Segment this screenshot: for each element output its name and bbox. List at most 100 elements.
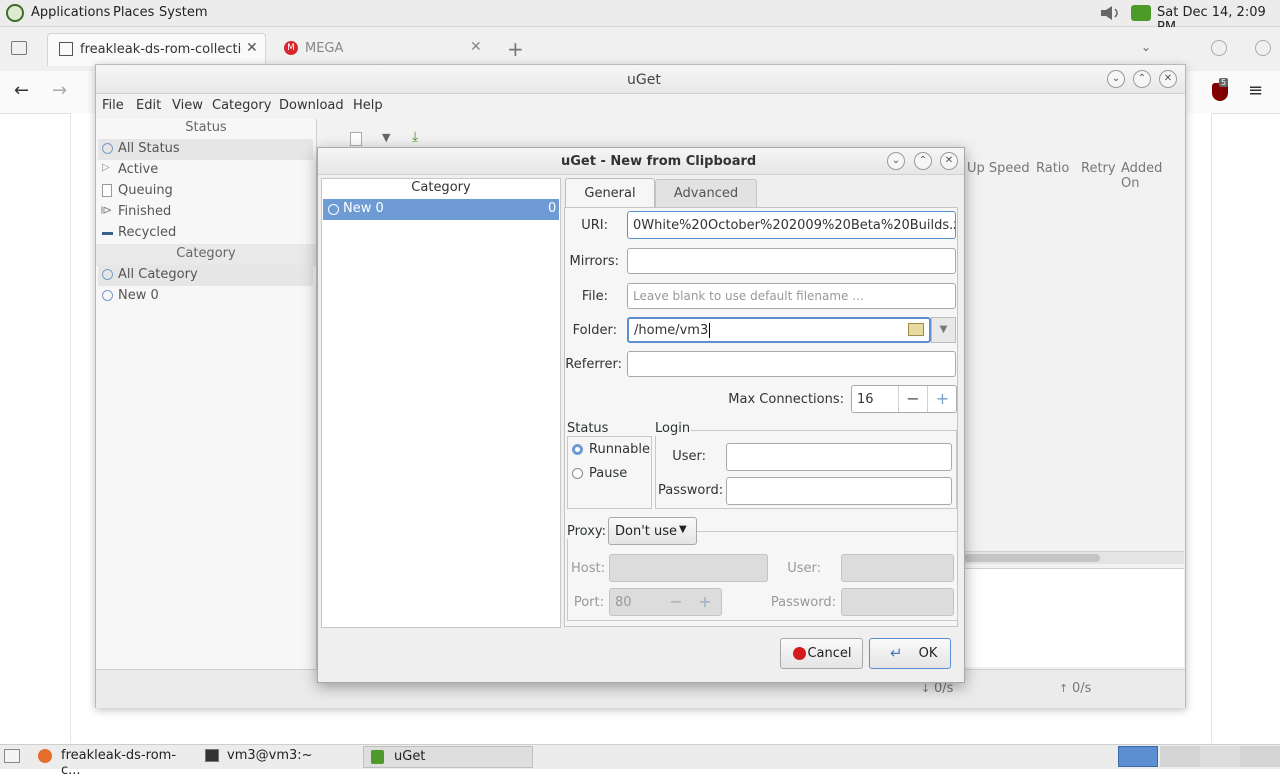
network-icon[interactable] xyxy=(1131,5,1151,21)
menu-view[interactable]: View xyxy=(172,98,203,113)
up-speed: 0/s xyxy=(1072,681,1092,696)
menu-edit[interactable]: Edit xyxy=(136,98,161,113)
minimize-icon[interactable]: ⌄ xyxy=(1107,70,1125,88)
category-item-new0[interactable]: New 0 0 xyxy=(323,199,559,220)
maximize-icon[interactable]: ⌃ xyxy=(1133,70,1151,88)
status-all[interactable]: All Status xyxy=(98,139,313,160)
close-icon[interactable]: ✕ xyxy=(940,152,958,170)
category-item-name: New 0 xyxy=(343,201,384,216)
window-titlebar[interactable]: uGet ⌄ ⌃ ✕ xyxy=(96,65,1185,94)
new-tab-button[interactable]: + xyxy=(507,37,524,61)
distro-logo-icon[interactable] xyxy=(6,4,24,22)
up-arrow-icon: ↑ xyxy=(1059,682,1069,695)
taskbar-firefox[interactable]: freakleak-ds-rom-c... xyxy=(30,746,195,778)
dropdown-arrow-icon[interactable]: ▼ xyxy=(382,131,390,144)
status-queuing[interactable]: Queuing xyxy=(98,181,313,202)
proxy-user-field[interactable] xyxy=(841,554,954,582)
max-connections-value: 16 xyxy=(857,392,874,407)
menu-category[interactable]: Category xyxy=(212,98,271,113)
maximize-icon[interactable]: ⌃ xyxy=(914,152,932,170)
tab-list-icon[interactable] xyxy=(11,41,27,55)
proxy-host-field[interactable] xyxy=(609,554,768,582)
category-icon xyxy=(102,269,113,280)
folder-history-button[interactable]: ▼ xyxy=(931,317,956,343)
window-title: uGet xyxy=(627,72,661,88)
tab-mega[interactable]: M MEGA ✕ xyxy=(273,33,493,65)
scrollbar-thumb[interactable] xyxy=(964,554,1100,562)
folder-browse-icon[interactable] xyxy=(908,323,924,336)
menu-help[interactable]: Help xyxy=(353,98,383,113)
runnable-label[interactable]: Runnable xyxy=(589,442,650,457)
workspace-switcher[interactable] xyxy=(1118,746,1158,767)
col-up-speed[interactable]: Up Speed xyxy=(967,161,1030,176)
col-ratio[interactable]: Ratio xyxy=(1036,161,1069,176)
cancel-icon xyxy=(793,647,806,660)
file-field[interactable]: Leave blank to use default filename ... xyxy=(627,283,956,309)
col-retry[interactable]: Retry xyxy=(1081,161,1116,176)
archive-favicon-icon xyxy=(59,42,73,56)
workspace-3[interactable] xyxy=(1200,746,1240,767)
col-added-on[interactable]: Added On xyxy=(1121,161,1185,191)
download-icon[interactable]: ⤓ xyxy=(412,129,418,145)
port-increment-button[interactable]: + xyxy=(691,589,719,615)
decrement-button[interactable]: − xyxy=(898,386,927,412)
menu-file[interactable]: File xyxy=(102,98,124,113)
menu-download[interactable]: Download xyxy=(279,98,344,113)
tab-label: MEGA xyxy=(305,41,344,56)
cancel-button[interactable]: Cancel xyxy=(780,638,863,669)
minimize-icon[interactable]: ⌄ xyxy=(887,152,905,170)
close-icon[interactable]: ✕ xyxy=(1159,70,1177,88)
tab-general-label: General xyxy=(584,186,636,201)
uri-field[interactable]: 0White%20October%202009%20Beta%20Builds.… xyxy=(627,211,956,239)
forward-arrow-icon[interactable]: → xyxy=(52,80,67,101)
workspace-2[interactable] xyxy=(1160,746,1200,767)
status-active[interactable]: ▷ Active xyxy=(98,160,313,181)
dialog-titlebar[interactable]: uGet - New from Clipboard ⌄ ⌃ ✕ xyxy=(318,148,964,175)
login-password-field[interactable] xyxy=(726,477,952,505)
back-arrow-icon[interactable]: ← xyxy=(14,80,29,101)
places-menu[interactable]: Places xyxy=(113,5,154,20)
category-all[interactable]: All Category xyxy=(98,265,313,286)
status-recycled[interactable]: Recycled xyxy=(98,223,313,244)
increment-button[interactable]: + xyxy=(927,386,957,412)
terminal-icon xyxy=(205,749,219,762)
text-cursor xyxy=(709,323,711,338)
port-decrement-button[interactable]: − xyxy=(662,589,690,615)
close-tab-icon[interactable]: ✕ xyxy=(470,39,482,55)
tab-general[interactable]: General xyxy=(565,178,655,208)
new-download-icon[interactable] xyxy=(350,132,362,146)
ok-button[interactable]: ↵ OK xyxy=(869,638,951,669)
folder-field[interactable]: /home/vm3 xyxy=(627,317,931,343)
proxy-password-field[interactable] xyxy=(841,588,954,616)
pause-radio[interactable] xyxy=(572,468,583,479)
system-menu[interactable]: System xyxy=(159,5,207,20)
pause-label[interactable]: Pause xyxy=(589,466,627,481)
workspace-4[interactable] xyxy=(1240,746,1280,767)
folder-label: Folder: xyxy=(572,323,617,338)
volume-icon[interactable] xyxy=(1100,5,1122,21)
proxy-port-value: 80 xyxy=(615,595,632,610)
mirrors-field[interactable] xyxy=(627,248,956,274)
tab-advanced[interactable]: Advanced xyxy=(655,179,757,207)
show-desktop-icon[interactable] xyxy=(4,749,20,763)
close-browser-icon[interactable] xyxy=(1255,40,1271,56)
tab-overflow-chevron-icon[interactable]: ⌄ xyxy=(1141,40,1151,54)
hamburger-menu-icon[interactable]: ≡ xyxy=(1248,80,1263,101)
category-list-header: Category xyxy=(411,180,471,195)
status-finished[interactable]: ⧐ Finished xyxy=(98,202,313,223)
details-pane xyxy=(964,568,1184,667)
applications-menu[interactable]: Applications xyxy=(31,5,110,20)
category-new0[interactable]: New 0 xyxy=(98,286,313,307)
minimize-browser-icon[interactable] xyxy=(1211,40,1227,56)
taskbar-terminal[interactable]: vm3@vm3:~ xyxy=(198,746,358,766)
down-arrow-icon: ↓ xyxy=(921,682,931,695)
close-tab-icon[interactable]: ✕ xyxy=(246,40,258,56)
login-user-field[interactable] xyxy=(726,443,952,471)
runnable-radio[interactable] xyxy=(572,444,583,455)
referrer-field[interactable] xyxy=(627,351,956,377)
recycled-icon xyxy=(102,232,113,235)
horizontal-scrollbar[interactable] xyxy=(964,551,1184,564)
tab-freakleak[interactable]: freakleak-ds-rom-collectior ✕ xyxy=(47,33,266,66)
proxy-type-select[interactable]: Don't use ▼ xyxy=(608,517,697,545)
taskbar-uget[interactable]: uGet xyxy=(363,746,533,768)
